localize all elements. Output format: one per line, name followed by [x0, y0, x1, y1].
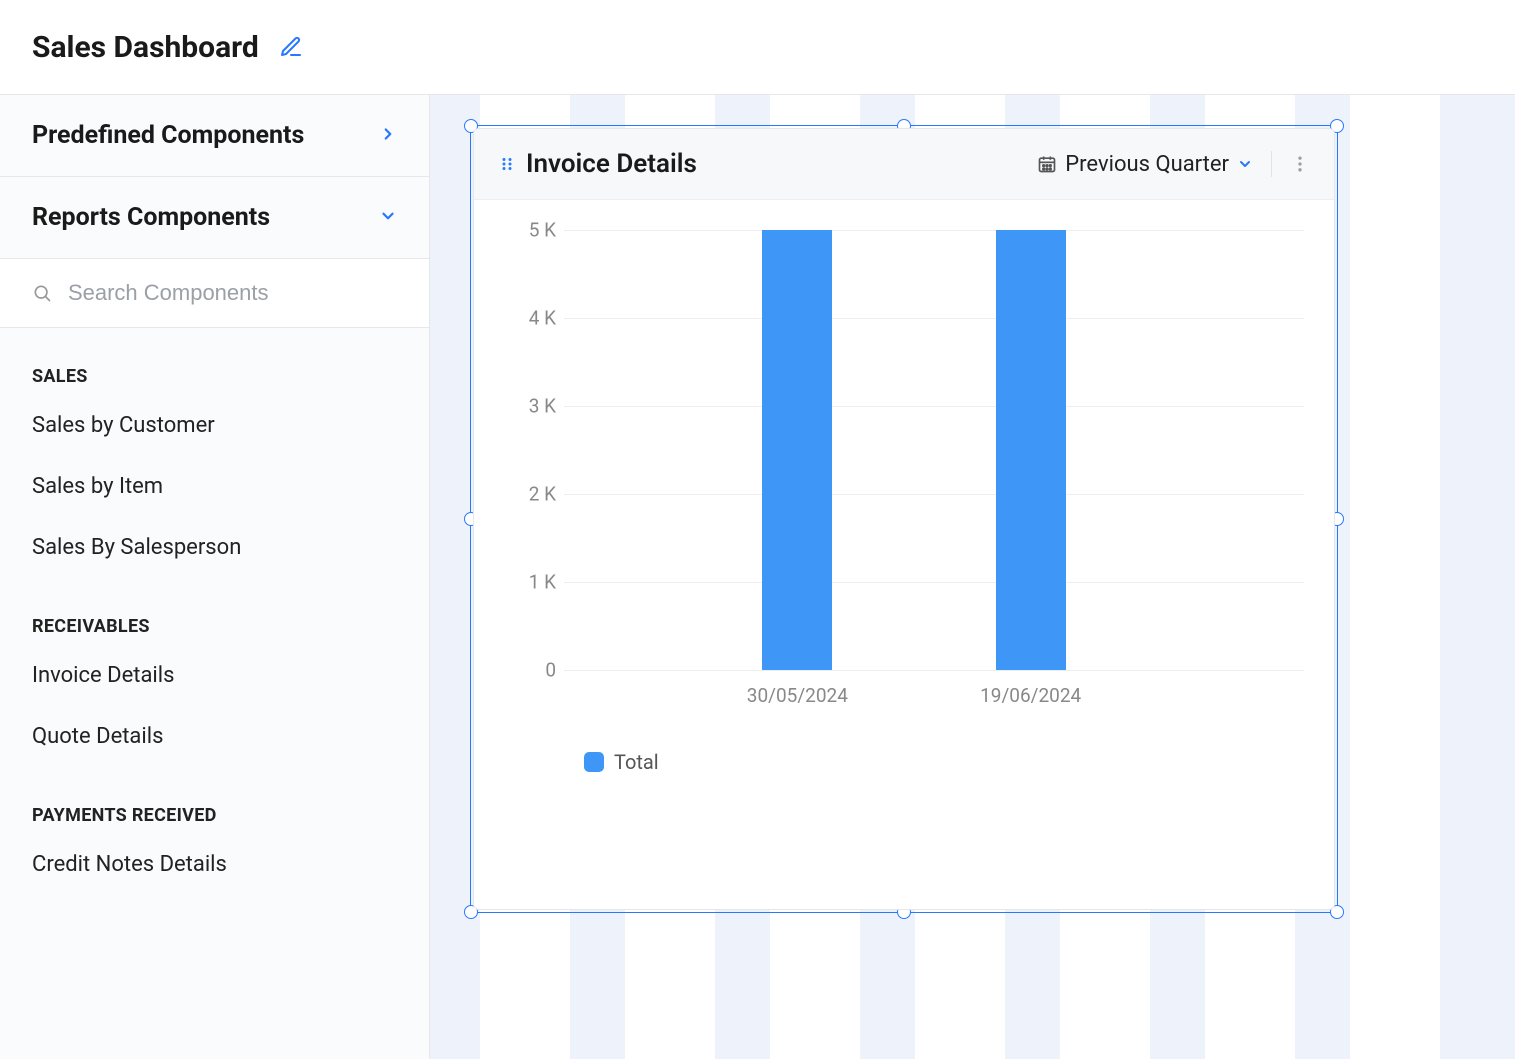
widget-title: Invoice Details	[526, 149, 697, 179]
chart-gridline	[564, 582, 1304, 583]
search-icon	[32, 282, 52, 304]
pencil-icon	[279, 35, 303, 59]
sidebar-item-sales-by-customer[interactable]: Sales by Customer	[0, 395, 429, 456]
chart-gridline	[564, 318, 1304, 319]
legend-swatch	[584, 752, 604, 772]
widget-invoice-details: Invoice Details Previous Quarter	[473, 128, 1335, 910]
chevron-right-icon	[379, 125, 397, 147]
widget-header: Invoice Details Previous Quarter	[474, 129, 1334, 200]
chart-y-tick: 4 K	[506, 307, 556, 330]
sidebar: Predefined Components Reports Components…	[0, 95, 430, 1059]
page-header: Sales Dashboard	[0, 0, 1515, 95]
divider	[1271, 151, 1272, 177]
chart-body: 01 K2 K3 K4 K5 K30/05/202419/06/2024 Tot…	[474, 200, 1334, 909]
section-title: Predefined Components	[32, 121, 304, 150]
edit-title-button[interactable]	[279, 35, 303, 59]
period-label: Previous Quarter	[1065, 152, 1229, 177]
legend-label: Total	[614, 750, 659, 774]
chevron-down-icon	[1237, 156, 1253, 172]
sidebar-item-credit-notes-details[interactable]: Credit Notes Details	[0, 834, 429, 895]
chevron-down-icon	[379, 207, 397, 229]
sidebar-section-reports[interactable]: Reports Components	[0, 177, 429, 259]
sidebar-item-sales-by-item[interactable]: Sales by Item	[0, 456, 429, 517]
dashboard-canvas[interactable]: Invoice Details Previous Quarter	[430, 95, 1515, 1059]
calendar-icon	[1037, 154, 1057, 174]
chart-gridline	[564, 670, 1304, 671]
sidebar-group-label: SALES	[0, 328, 429, 395]
chart-bar	[996, 230, 1066, 670]
sidebar-item-invoice-details[interactable]: Invoice Details	[0, 645, 429, 706]
chart-gridline	[564, 406, 1304, 407]
section-title: Reports Components	[32, 203, 270, 232]
sidebar-section-predefined[interactable]: Predefined Components	[0, 95, 429, 177]
sidebar-item-sales-by-salesperson[interactable]: Sales By Salesperson	[0, 517, 429, 578]
widget-more-menu[interactable]	[1290, 154, 1310, 174]
widget-selection-frame[interactable]: Invoice Details Previous Quarter	[470, 125, 1338, 913]
chart-plot-area: 01 K2 K3 K4 K5 K30/05/202419/06/2024	[564, 230, 1304, 670]
chart-y-tick: 5 K	[506, 219, 556, 242]
chart-x-label: 30/05/2024	[747, 684, 848, 707]
drag-handle-icon[interactable]	[498, 155, 516, 173]
sidebar-item-quote-details[interactable]: Quote Details	[0, 706, 429, 767]
chart-gridline	[564, 230, 1304, 231]
chart-bar	[762, 230, 832, 670]
chart-gridline	[564, 494, 1304, 495]
search-components-row	[0, 259, 429, 328]
page-title: Sales Dashboard	[32, 30, 259, 65]
chart-y-tick: 2 K	[506, 483, 556, 506]
chart-y-tick: 3 K	[506, 395, 556, 418]
more-vertical-icon	[1290, 154, 1310, 174]
period-selector[interactable]: Previous Quarter	[1037, 152, 1253, 177]
chart-x-label: 19/06/2024	[980, 684, 1081, 707]
sidebar-group-label: RECEIVABLES	[0, 578, 429, 645]
chart-y-tick: 0	[506, 659, 556, 682]
chart-y-tick: 1 K	[506, 571, 556, 594]
chart-legend: Total	[584, 750, 1304, 774]
search-components-input[interactable]	[66, 279, 397, 307]
sidebar-group-label: PAYMENTS RECEIVED	[0, 767, 429, 834]
